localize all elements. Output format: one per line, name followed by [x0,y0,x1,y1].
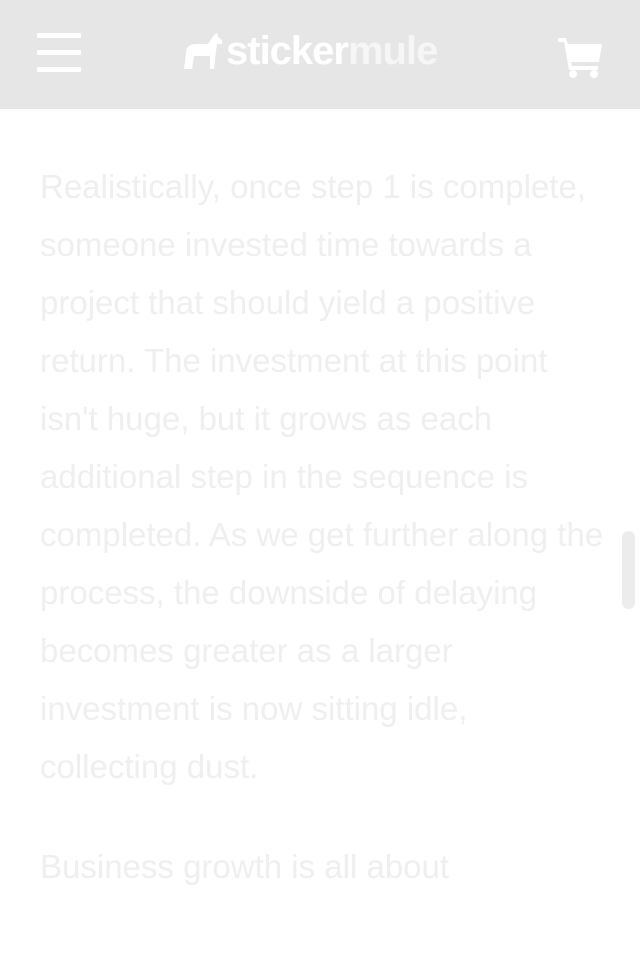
stickermule-logo[interactable]: stickermule [180,26,438,76]
article-paragraph: Realistically, once step 1 is complete, … [40,168,604,785]
page: stickermule Realistically, once step 1 i… [0,0,640,959]
shopping-cart-icon[interactable] [556,34,604,78]
logo-word-mule: mule [347,29,438,73]
logo-wordmark: stickermule [226,26,438,76]
hamburger-menu-icon[interactable] [37,33,81,73]
mule-icon [184,33,222,69]
scrollbar-thumb[interactable] [622,531,635,609]
top-header-bar: stickermule [0,0,640,109]
article-paragraph: Business growth is all about [40,848,450,885]
cart-graphic [558,38,602,78]
menu-line [37,33,81,38]
logo-word-sticker: sticker [226,29,349,73]
menu-line [37,67,81,72]
menu-line [37,50,81,55]
article-body: Realistically, once step 1 is complete, … [40,158,610,938]
